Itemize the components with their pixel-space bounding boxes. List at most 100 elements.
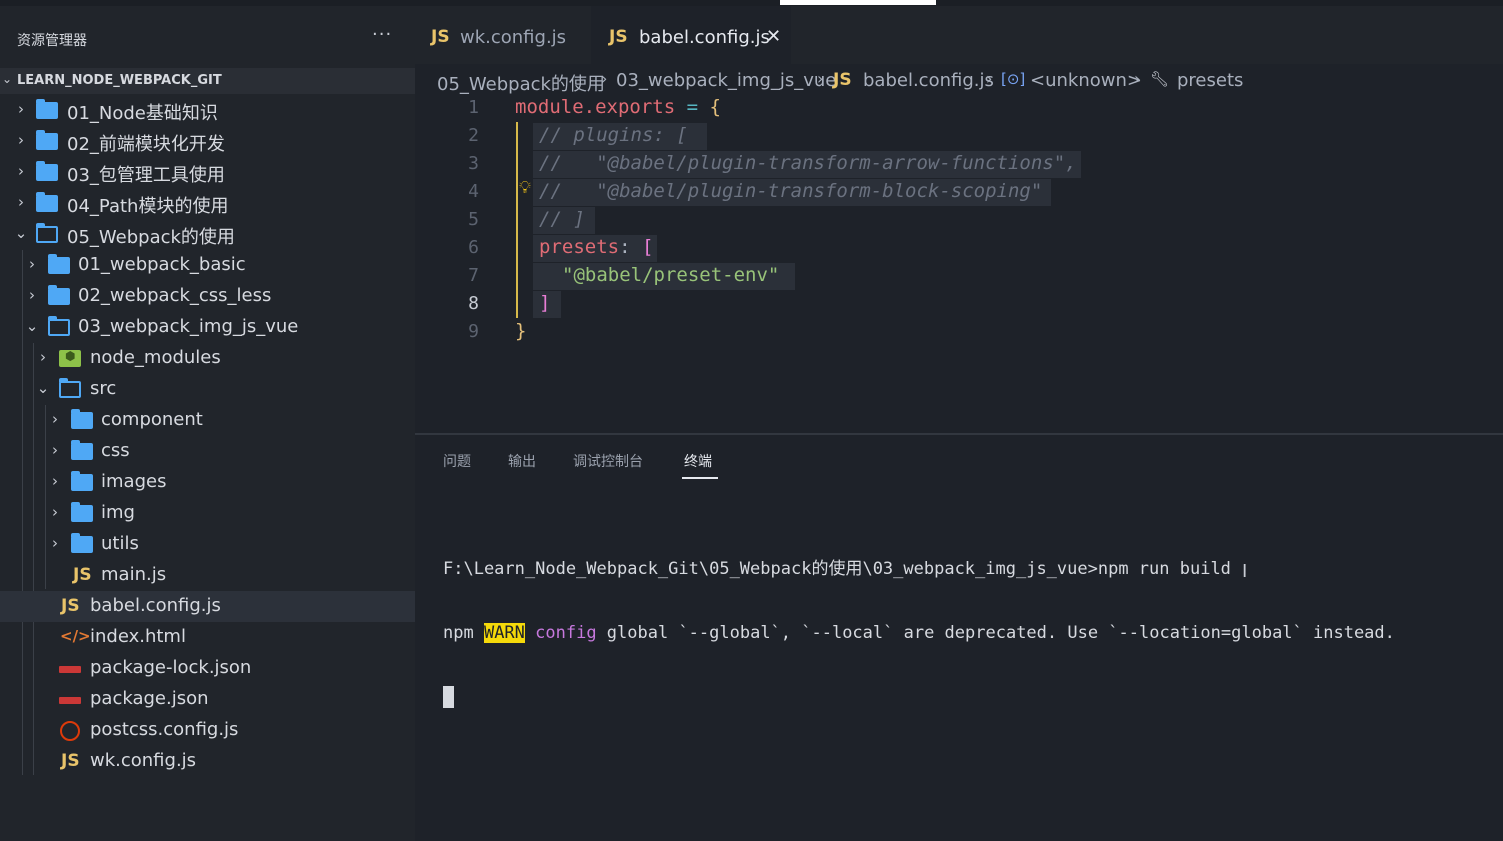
chevron-right-icon: › (1134, 69, 1141, 88)
tab-terminal[interactable]: 终端 (684, 451, 712, 471)
tree-item-file[interactable]: package-lock.json (0, 653, 415, 684)
tree-item-folder[interactable]: › 01_Node基础知识 (0, 95, 415, 126)
tab-label: babel.config.js (639, 27, 770, 48)
folder-icon (71, 533, 93, 553)
chevron-right-icon: › (52, 410, 58, 428)
tree-item-folder[interactable]: › 04_Path模块的使用 (0, 188, 415, 219)
chevron-right-icon: › (52, 441, 58, 459)
breadcrumb-item[interactable]: 03_webpack_img_js_vue (616, 70, 836, 91)
tree-item-label: 01_Node基础知识 (67, 103, 218, 124)
code-line: 5 // ] (415, 208, 1503, 236)
tree-item-label: component (101, 409, 203, 430)
code-text: module.exports = { (515, 96, 721, 118)
chevron-down-icon: ⌄ (25, 317, 39, 335)
tree-item-folder[interactable]: ⌄ 03_webpack_img_js_vue (0, 312, 415, 343)
tree-item-file[interactable]: package.json (0, 684, 415, 715)
tree-item-folder[interactable]: › 01_webpack_basic (0, 250, 415, 281)
tree-item-label: 03_webpack_img_js_vue (78, 316, 299, 337)
chevron-right-icon: › (52, 534, 58, 552)
command-center-search[interactable] (780, 0, 936, 5)
breadcrumb-item[interactable]: <unknown> (1030, 70, 1142, 91)
tree-item-folder[interactable]: › node_modules (0, 343, 415, 374)
tree-item-folder[interactable]: › css (0, 436, 415, 467)
terminal-line: F:\Learn_Node_Webpack_Git\05_Webpack的使用\… (443, 559, 1231, 579)
tree-item-file[interactable]: JS wk.config.js (0, 746, 415, 777)
chevron-down-icon: ⌄ (36, 379, 50, 397)
folder-icon (71, 471, 93, 491)
tree-item-file-selected[interactable]: JS babel.config.js (0, 591, 415, 622)
javascript-file-icon: JS (61, 596, 80, 616)
chevron-right-icon: › (52, 503, 58, 521)
terminal-output[interactable]: F:\Learn_Node_Webpack_Git\05_Webpack的使用\… (443, 517, 1395, 749)
tab-babel-config[interactable]: JS babel.config.js ✕ (591, 6, 791, 64)
tree-item-label: 01_webpack_basic (78, 254, 246, 275)
tree-item-folder[interactable]: › utils (0, 529, 415, 560)
tree-item-folder[interactable]: ⌄ 05_Webpack的使用 (0, 219, 415, 250)
more-actions-icon[interactable]: ··· (372, 24, 392, 45)
folder-open-icon (59, 378, 81, 398)
tree-item-label: main.js (101, 564, 167, 585)
folder-icon (36, 130, 58, 150)
tab-output[interactable]: 输出 (508, 451, 536, 471)
active-tab-indicator (682, 477, 718, 479)
close-icon[interactable]: ✕ (766, 26, 781, 47)
npm-file-icon (59, 697, 81, 704)
tree-item-label: utils (101, 533, 139, 554)
explorer-header: 资源管理器 ··· (0, 6, 415, 64)
line-number: 5 (468, 209, 479, 230)
tree-item-label: images (101, 471, 167, 492)
chevron-right-icon: › (29, 255, 35, 273)
tree-item-label: package.json (90, 688, 209, 709)
tree-item-file[interactable]: JS main.js (0, 560, 415, 591)
folder-icon (71, 502, 93, 522)
tree-item-label: 03_包管理工具使用 (67, 165, 225, 186)
tree-item-folder[interactable]: › img (0, 498, 415, 529)
terminal-line: npm WARN config global `--global`, `--lo… (443, 623, 1395, 643)
tree-item-folder[interactable]: ⌄ src (0, 374, 415, 405)
breadcrumb-item[interactable]: babel.config.js (863, 70, 994, 91)
javascript-file-icon: JS (431, 27, 450, 47)
code-line: 3 // "@babel/plugin-transform-arrow-func… (415, 152, 1503, 180)
breadcrumb-item[interactable]: presets (1177, 70, 1243, 91)
tree-item-folder[interactable]: › 02_webpack_css_less (0, 281, 415, 312)
html-file-icon: </> (60, 627, 91, 645)
chevron-right-icon: › (18, 193, 24, 211)
folder-icon (48, 254, 70, 274)
code-text: // ] (539, 208, 585, 230)
tree-item-label: css (101, 440, 130, 461)
tree-item-label: 04_Path模块的使用 (67, 196, 229, 217)
tree-item-label: src (90, 378, 117, 399)
tree-item-file[interactable]: </> index.html (0, 622, 415, 653)
project-root-label: LEARN_NODE_WEBPACK_GIT (17, 73, 222, 88)
tab-debug-console[interactable]: 调试控制台 (573, 451, 643, 471)
text-cursor-icon: I (1242, 561, 1248, 582)
folder-icon (36, 161, 58, 181)
folder-icon (71, 440, 93, 460)
chevron-right-icon: › (986, 69, 993, 88)
line-number: 8 (468, 293, 479, 314)
npm-file-icon (59, 666, 81, 673)
tree-item-folder[interactable]: › 03_包管理工具使用 (0, 157, 415, 188)
line-number: 1 (468, 97, 479, 118)
code-line: 7 "@babel/preset-env" (415, 264, 1503, 292)
tree-item-label: babel.config.js (90, 595, 221, 616)
code-line: 9 } (415, 320, 1503, 348)
code-text: // "@babel/plugin-transform-block-scopin… (539, 180, 1043, 202)
tab-problems[interactable]: 问题 (443, 451, 471, 471)
tab-wk-config[interactable]: JS wk.config.js (415, 6, 591, 64)
chevron-right-icon: › (18, 131, 24, 149)
line-number: 3 (468, 153, 479, 174)
tree-item-folder[interactable]: › 02_前端模块化开发 (0, 126, 415, 157)
tree-item-file[interactable]: postcss.config.js (0, 715, 415, 746)
code-line: 1 module.exports = { (415, 96, 1503, 124)
folder-open-icon (48, 316, 70, 336)
breadcrumb-item[interactable]: 05_Webpack的使用 (437, 70, 605, 96)
tree-item-label: 02_webpack_css_less (78, 285, 272, 306)
chevron-right-icon: › (40, 348, 46, 366)
object-symbol-icon: [⊙] (1001, 70, 1026, 88)
project-root-section[interactable]: ⌄ LEARN_NODE_WEBPACK_GIT (0, 68, 415, 94)
code-editor[interactable]: 💡︎ 1 module.exports = { 2 // plugins: [ … (415, 96, 1503, 433)
tree-item-folder[interactable]: › component (0, 405, 415, 436)
tree-item-folder[interactable]: › images (0, 467, 415, 498)
code-line-active: 8 ] (415, 292, 1503, 320)
